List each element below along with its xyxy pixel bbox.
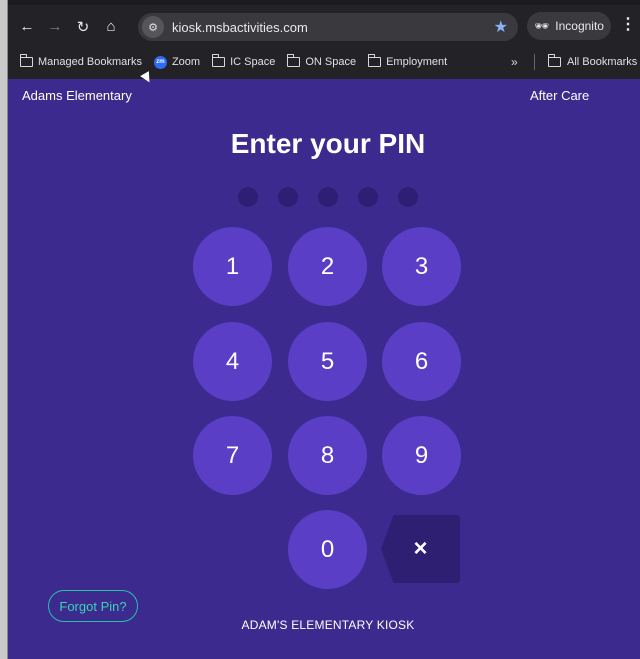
- keypad-key-0[interactable]: 0: [288, 510, 367, 589]
- bookmark-ic-space[interactable]: IC Space: [211, 54, 276, 68]
- folder-icon: [19, 54, 33, 67]
- pin-dot: [238, 187, 258, 207]
- folder-icon: [211, 54, 226, 67]
- incognito-label: Incognito: [555, 19, 604, 33]
- bookmark-managed[interactable]: Managed Bookmarks: [19, 54, 142, 68]
- browser-menu-icon[interactable]: ⋮: [620, 14, 636, 34]
- keypad-key-4[interactable]: 4: [193, 322, 272, 401]
- browser-window: ← → ↻ ⌂ ⚙ kiosk.msbactivities.com ★ 🕶 In…: [7, 0, 640, 659]
- close-icon: ×: [413, 535, 428, 562]
- bookmark-label: Zoom: [171, 56, 201, 68]
- incognito-badge[interactable]: 🕶 Incognito: [527, 12, 611, 40]
- folder-icon: [367, 54, 382, 67]
- reload-icon[interactable]: ↻: [70, 14, 96, 40]
- forward-arrow-icon[interactable]: →: [42, 14, 68, 40]
- bookmark-employment[interactable]: Employment: [367, 54, 448, 68]
- folder-icon: [547, 54, 561, 67]
- bookmark-label: Employment: [386, 56, 448, 68]
- all-bookmarks-label: All Bookmarks: [567, 56, 638, 68]
- forgot-pin-button[interactable]: Forgot Pin?: [48, 590, 138, 622]
- incognito-icon: 🕶: [534, 19, 550, 33]
- bookmarks-divider: [534, 54, 535, 70]
- bookmark-on-space[interactable]: ON Space: [286, 54, 357, 68]
- all-bookmarks-button[interactable]: All Bookmarks: [547, 48, 638, 76]
- pin-dot: [358, 187, 378, 207]
- kiosk-page: Adams Elementary After Care Enter your P…: [8, 79, 640, 659]
- keypad-key-2[interactable]: 2: [288, 227, 367, 306]
- zoom-icon: zm: [153, 55, 167, 69]
- site-info-icon[interactable]: ⚙: [142, 16, 164, 38]
- page-title: Enter your PIN: [230, 128, 426, 159]
- folder-icon: [286, 54, 301, 67]
- back-arrow-icon[interactable]: ←: [14, 14, 40, 40]
- browser-chrome: ← → ↻ ⌂ ⚙ kiosk.msbactivities.com ★ 🕶 In…: [8, 0, 640, 79]
- keypad-key-5[interactable]: 5: [288, 322, 367, 401]
- pin-indicator: [238, 187, 418, 211]
- pin-dot: [318, 187, 338, 207]
- pin-dot: [398, 187, 418, 207]
- bookmark-zoom[interactable]: zm Zoom: [153, 55, 201, 69]
- home-icon[interactable]: ⌂: [98, 14, 124, 40]
- bookmarks-overflow-icon[interactable]: »: [511, 55, 518, 69]
- keypad-key-1[interactable]: 1: [193, 227, 272, 306]
- keypad-key-6[interactable]: 6: [382, 322, 461, 401]
- url-text: kiosk.msbactivities.com: [172, 19, 308, 35]
- school-name: Adams Elementary: [22, 88, 132, 103]
- kiosk-footer: ADAM'S ELEMENTARY KIOSK: [241, 618, 415, 632]
- address-bar[interactable]: ⚙ kiosk.msbactivities.com ★: [138, 13, 518, 41]
- bookmarks-bar: Managed Bookmarks zm Zoom IC Space ON Sp…: [8, 48, 640, 76]
- keypad-key-8[interactable]: 8: [288, 416, 367, 495]
- pin-dot: [278, 187, 298, 207]
- keypad-key-3[interactable]: 3: [382, 227, 461, 306]
- backspace-button[interactable]: ×: [381, 515, 460, 583]
- program-name: After Care: [530, 88, 590, 103]
- keypad-key-7[interactable]: 7: [193, 416, 272, 495]
- bookmark-star-icon[interactable]: ★: [494, 17, 508, 37]
- bookmark-label: ON Space: [305, 56, 357, 68]
- bookmark-label: IC Space: [230, 56, 276, 68]
- bookmark-label: Managed Bookmarks: [38, 56, 142, 68]
- keypad-key-9[interactable]: 9: [382, 416, 461, 495]
